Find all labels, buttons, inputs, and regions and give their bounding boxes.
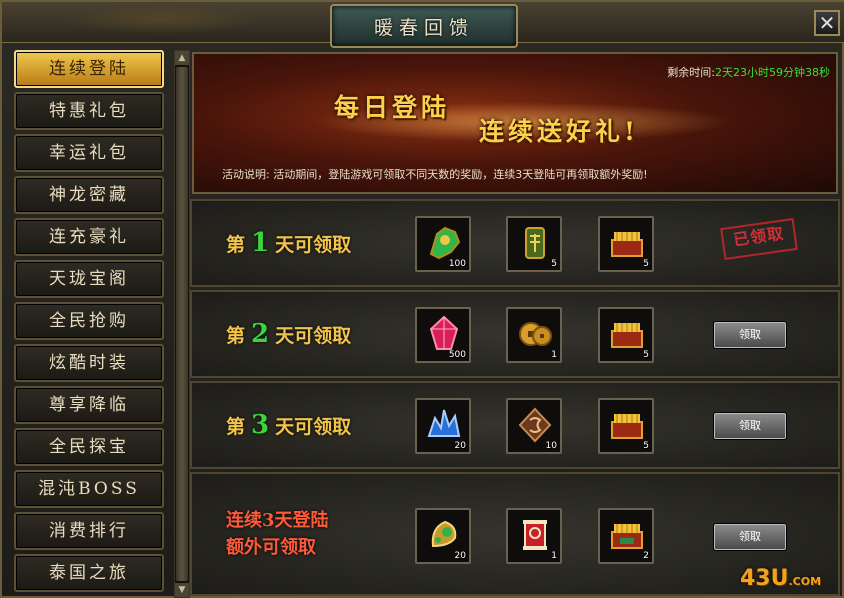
bonus-line2: 额外可领取 (226, 537, 316, 558)
item-count: 10 (545, 441, 557, 451)
jade-pendant-icon (431, 520, 457, 548)
countdown-value: 2天23小时59分钟38秒 (715, 66, 830, 79)
sidebar-item-lucky-pack[interactable]: 幸运礼包 (14, 134, 164, 172)
green-jade-icon (429, 226, 461, 260)
item-count: 20 (454, 551, 466, 561)
sidebar-item-treasure-pavilion[interactable]: 天珑宝阁 (14, 260, 164, 298)
day-suffix: 天可领取 (275, 234, 352, 256)
reward-item-slot[interactable]: 1 (506, 307, 562, 363)
scroll-up-arrow-icon[interactable]: ▲ (175, 51, 189, 65)
copper-coin-icon (519, 322, 552, 346)
sidebar-item-recharge-gift[interactable]: 连充豪礼 (14, 218, 164, 256)
scroll-icon (523, 520, 547, 550)
blue-crystal-icon (427, 409, 461, 437)
sidebar-item-flash-sale[interactable]: 全民抢购 (14, 302, 164, 340)
reward-item-slot[interactable]: 5 (598, 307, 654, 363)
site-watermark: 43U.COM (740, 566, 821, 591)
gold-chest-icon (611, 232, 643, 257)
sidebar: 连续登陆 特惠礼包 幸运礼包 神龙密藏 连充豪礼 天珑宝阁 全民抢购 炫酷时装 … (10, 48, 168, 596)
item-count: 500 (448, 350, 466, 360)
day-number: 3 (251, 410, 270, 440)
claim-button[interactable]: 领取 (714, 322, 786, 348)
item-count: 100 (448, 259, 466, 269)
gold-chest-icon (611, 414, 643, 439)
bonus-row-label: 连续3天登陆 额外可领取 (226, 507, 329, 561)
sidebar-item-dragon-treasure[interactable]: 神龙密藏 (14, 176, 164, 214)
sidebar-item-vip[interactable]: 尊享降临 (14, 386, 164, 424)
day-prefix: 第 (226, 234, 246, 256)
watermark-text: 43U (740, 566, 789, 591)
item-count: 5 (643, 350, 649, 360)
claimed-stamp: 已领取 (720, 218, 798, 260)
item-count: 1 (551, 350, 557, 360)
scroll-thumb[interactable] (176, 67, 188, 581)
sidebar-item-chaos-boss[interactable]: 混沌BOSS (14, 470, 164, 508)
gold-chest-icon (611, 524, 643, 549)
sidebar-item-continuous-login[interactable]: 连续登陆 (14, 50, 164, 88)
window-frame: 暖春回馈 ✕ 连续登陆 特惠礼包 幸运礼包 神龙密藏 连充豪礼 天珑宝阁 全民抢… (0, 0, 844, 598)
reward-item-slot[interactable]: 1 (506, 508, 562, 564)
window-title: 暖春回馈 (373, 17, 474, 39)
talisman-icon (525, 227, 545, 259)
day-number: 1 (251, 228, 270, 258)
countdown: 剩余时间:2天23小时59分钟38秒 (667, 64, 830, 80)
event-description: 活动说明: 活动期间，登陆游戏可领取不同天数的奖励，连续3天登陆可再领取额外奖励… (222, 168, 648, 181)
gold-chest-icon (611, 323, 643, 348)
title-plate: 暖春回馈 (330, 4, 518, 48)
banner-slogan-line1: 每日登陆 (334, 93, 451, 122)
banner-slogan-line2: 连续送好礼! (479, 117, 639, 146)
reward-item-slot[interactable]: 5 (598, 216, 654, 272)
item-count: 5 (551, 259, 557, 269)
reward-row-label: 第 2 天可领取 (226, 319, 351, 349)
reward-row-day2: 第 2 天可领取 500 1 5 领取 (190, 290, 840, 378)
sidebar-item-thailand-trip[interactable]: 泰国之旅 (14, 554, 164, 592)
day-suffix: 天可领取 (275, 325, 352, 347)
reward-item-slot[interactable]: 100 (415, 216, 471, 272)
reward-item-slot[interactable]: 20 (415, 508, 471, 564)
reward-row-day1: 第 1 天可领取 100 5 5 已领取 (190, 199, 840, 287)
sidebar-scrollbar[interactable]: ▲ ▼ (174, 50, 190, 598)
item-count: 20 (454, 441, 466, 451)
item-count: 5 (643, 441, 649, 451)
event-banner: 剩余时间:2天23小时59分钟38秒 每日登陆 连续送好礼! 活动说明: 活动期… (192, 52, 838, 194)
red-crystal-icon (429, 315, 459, 350)
claim-button[interactable]: 领取 (714, 524, 786, 550)
item-count: 5 (643, 259, 649, 269)
day-number: 2 (251, 319, 270, 349)
bonus-line1: 连续3天登陆 (226, 510, 329, 531)
reward-item-slot[interactable]: 2 (598, 508, 654, 564)
close-button[interactable]: ✕ (814, 10, 840, 36)
sidebar-item-spending-rank[interactable]: 消费排行 (14, 512, 164, 550)
day-suffix: 天可领取 (275, 416, 352, 438)
reward-item-slot[interactable]: 5 (598, 398, 654, 454)
countdown-label: 剩余时间: (667, 66, 715, 79)
sidebar-item-fashion[interactable]: 炫酷时装 (14, 344, 164, 382)
watermark-suffix: .COM (788, 575, 822, 588)
reward-item-slot[interactable]: 500 (415, 307, 471, 363)
day-prefix: 第 (226, 416, 246, 438)
sidebar-item-treasure-hunt[interactable]: 全民探宝 (14, 428, 164, 466)
claim-button[interactable]: 领取 (714, 413, 786, 439)
day-prefix: 第 (226, 325, 246, 347)
scroll-down-arrow-icon[interactable]: ▼ (175, 583, 189, 597)
reward-item-slot[interactable]: 10 (506, 398, 562, 454)
item-count: 2 (643, 551, 649, 561)
reward-row-day3: 第 3 天可领取 20 10 5 领取 (190, 381, 840, 469)
rune-stone-icon (518, 407, 552, 443)
reward-item-slot[interactable]: 20 (415, 398, 471, 454)
reward-row-label: 第 3 天可领取 (226, 410, 351, 440)
reward-row-label: 第 1 天可领取 (226, 228, 351, 258)
reward-item-slot[interactable]: 5 (506, 216, 562, 272)
sidebar-item-special-pack[interactable]: 特惠礼包 (14, 92, 164, 130)
title-bar-ornament (62, 4, 262, 34)
item-count: 1 (551, 551, 557, 561)
